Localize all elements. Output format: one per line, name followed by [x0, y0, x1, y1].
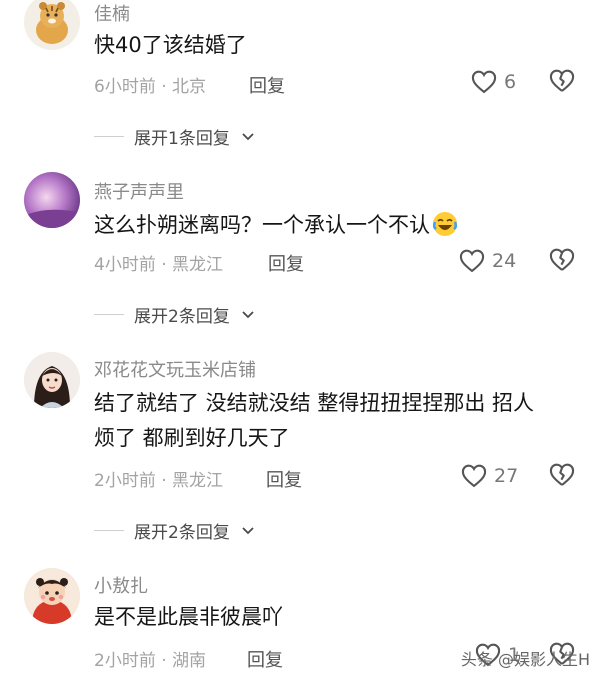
comment-time: 2小时前 — [94, 471, 156, 491]
broken-heart-icon — [549, 69, 575, 92]
comment-time: 6小时前 — [94, 77, 156, 97]
comment-location: 北京 — [172, 77, 207, 97]
comment-text: 是不是此晨非彼晨吖 — [94, 605, 283, 629]
divider — [94, 136, 124, 137]
like-count: 27 — [494, 465, 519, 487]
chevron-down-icon — [242, 310, 254, 318]
expand-replies-label: 展开1条回复 — [134, 129, 230, 149]
like-button[interactable]: 6 — [470, 67, 516, 97]
avatar[interactable] — [24, 0, 80, 50]
chevron-down-icon — [242, 526, 254, 534]
username[interactable]: 邓花花文玩玉米店铺 — [94, 356, 256, 382]
expand-replies-label: 展开2条回复 — [134, 307, 230, 327]
girl-avatar-icon — [24, 352, 80, 408]
reply-button[interactable]: 回复 — [249, 72, 285, 98]
meta-separator: · — [161, 471, 167, 491]
comment-text-line: 烦了 都刷到好几天了 — [94, 426, 290, 450]
avatar[interactable] — [24, 568, 80, 624]
divider — [94, 530, 124, 531]
like-button[interactable]: 24 — [458, 246, 516, 276]
broken-heart-icon — [549, 463, 575, 486]
reply-button[interactable]: 回复 — [266, 466, 302, 492]
comment-time: 2小时前 — [94, 651, 156, 671]
divider — [94, 314, 124, 315]
expand-replies-label: 展开2条回复 — [134, 523, 230, 543]
comment-location: 湖南 — [172, 651, 207, 671]
username[interactable]: 小敖扎 — [94, 572, 148, 598]
comment-meta: 6小时前 · 北京 — [94, 72, 206, 97]
meta-separator: · — [161, 651, 167, 671]
meta-separator: · — [161, 255, 167, 275]
reply-button[interactable]: 回复 — [247, 646, 283, 672]
broken-heart-icon — [549, 248, 575, 271]
comment-location: 黑龙江 — [172, 255, 224, 275]
dislike-button[interactable] — [548, 246, 576, 278]
comment-time: 4小时前 — [94, 255, 156, 275]
laughing-crying-emoji — [432, 212, 458, 236]
avatar[interactable] — [24, 172, 80, 228]
meta-separator: · — [161, 77, 167, 97]
like-count: 6 — [504, 71, 517, 93]
comment-text: 这么扑朔迷离吗？一个承认一个不认 — [94, 208, 574, 243]
reply-button[interactable]: 回复 — [268, 250, 304, 276]
like-count: 24 — [492, 250, 517, 272]
tiger-avatar-icon — [24, 0, 80, 50]
comment-location: 黑龙江 — [172, 471, 224, 491]
comment-text-content: 这么扑朔迷离吗？一个承认一个不认 — [94, 213, 430, 237]
watermark: 头条 @娱影人生H — [461, 646, 590, 670]
comment-meta: 4小时前 · 黑龙江 — [94, 250, 223, 275]
dislike-button[interactable] — [548, 461, 576, 493]
dislike-button[interactable] — [548, 67, 576, 99]
username[interactable]: 燕子声声里 — [94, 178, 184, 204]
heart-outline-icon — [471, 70, 497, 94]
chevron-down-icon — [242, 132, 254, 140]
expand-replies[interactable]: 展开2条回复 — [94, 518, 256, 543]
expand-replies[interactable]: 展开1条回复 — [94, 124, 256, 149]
heart-outline-icon — [461, 464, 487, 488]
username[interactable]: 佳楠 — [94, 0, 130, 26]
heart-outline-icon — [459, 249, 485, 273]
comment-meta: 2小时前 · 黑龙江 — [94, 466, 223, 491]
expand-replies[interactable]: 展开2条回复 — [94, 302, 256, 327]
watermark-text: 头条 @娱影人生H — [460, 650, 590, 669]
comment-meta: 2小时前 · 湖南 — [94, 646, 206, 671]
sky-avatar-icon — [24, 172, 80, 228]
comment-text-line: 结了就结了 没结就没结 整得扭扭捏捏那出 招人 — [94, 391, 535, 415]
comment-text: 快40了该结婚了 — [94, 33, 247, 57]
comment-text: 结了就结了 没结就没结 整得扭扭捏捏那出 招人 烦了 都刷到好几天了 — [94, 386, 574, 456]
cartoon-avatar-icon — [24, 568, 80, 624]
like-button[interactable]: 27 — [460, 461, 518, 491]
avatar[interactable] — [24, 352, 80, 408]
